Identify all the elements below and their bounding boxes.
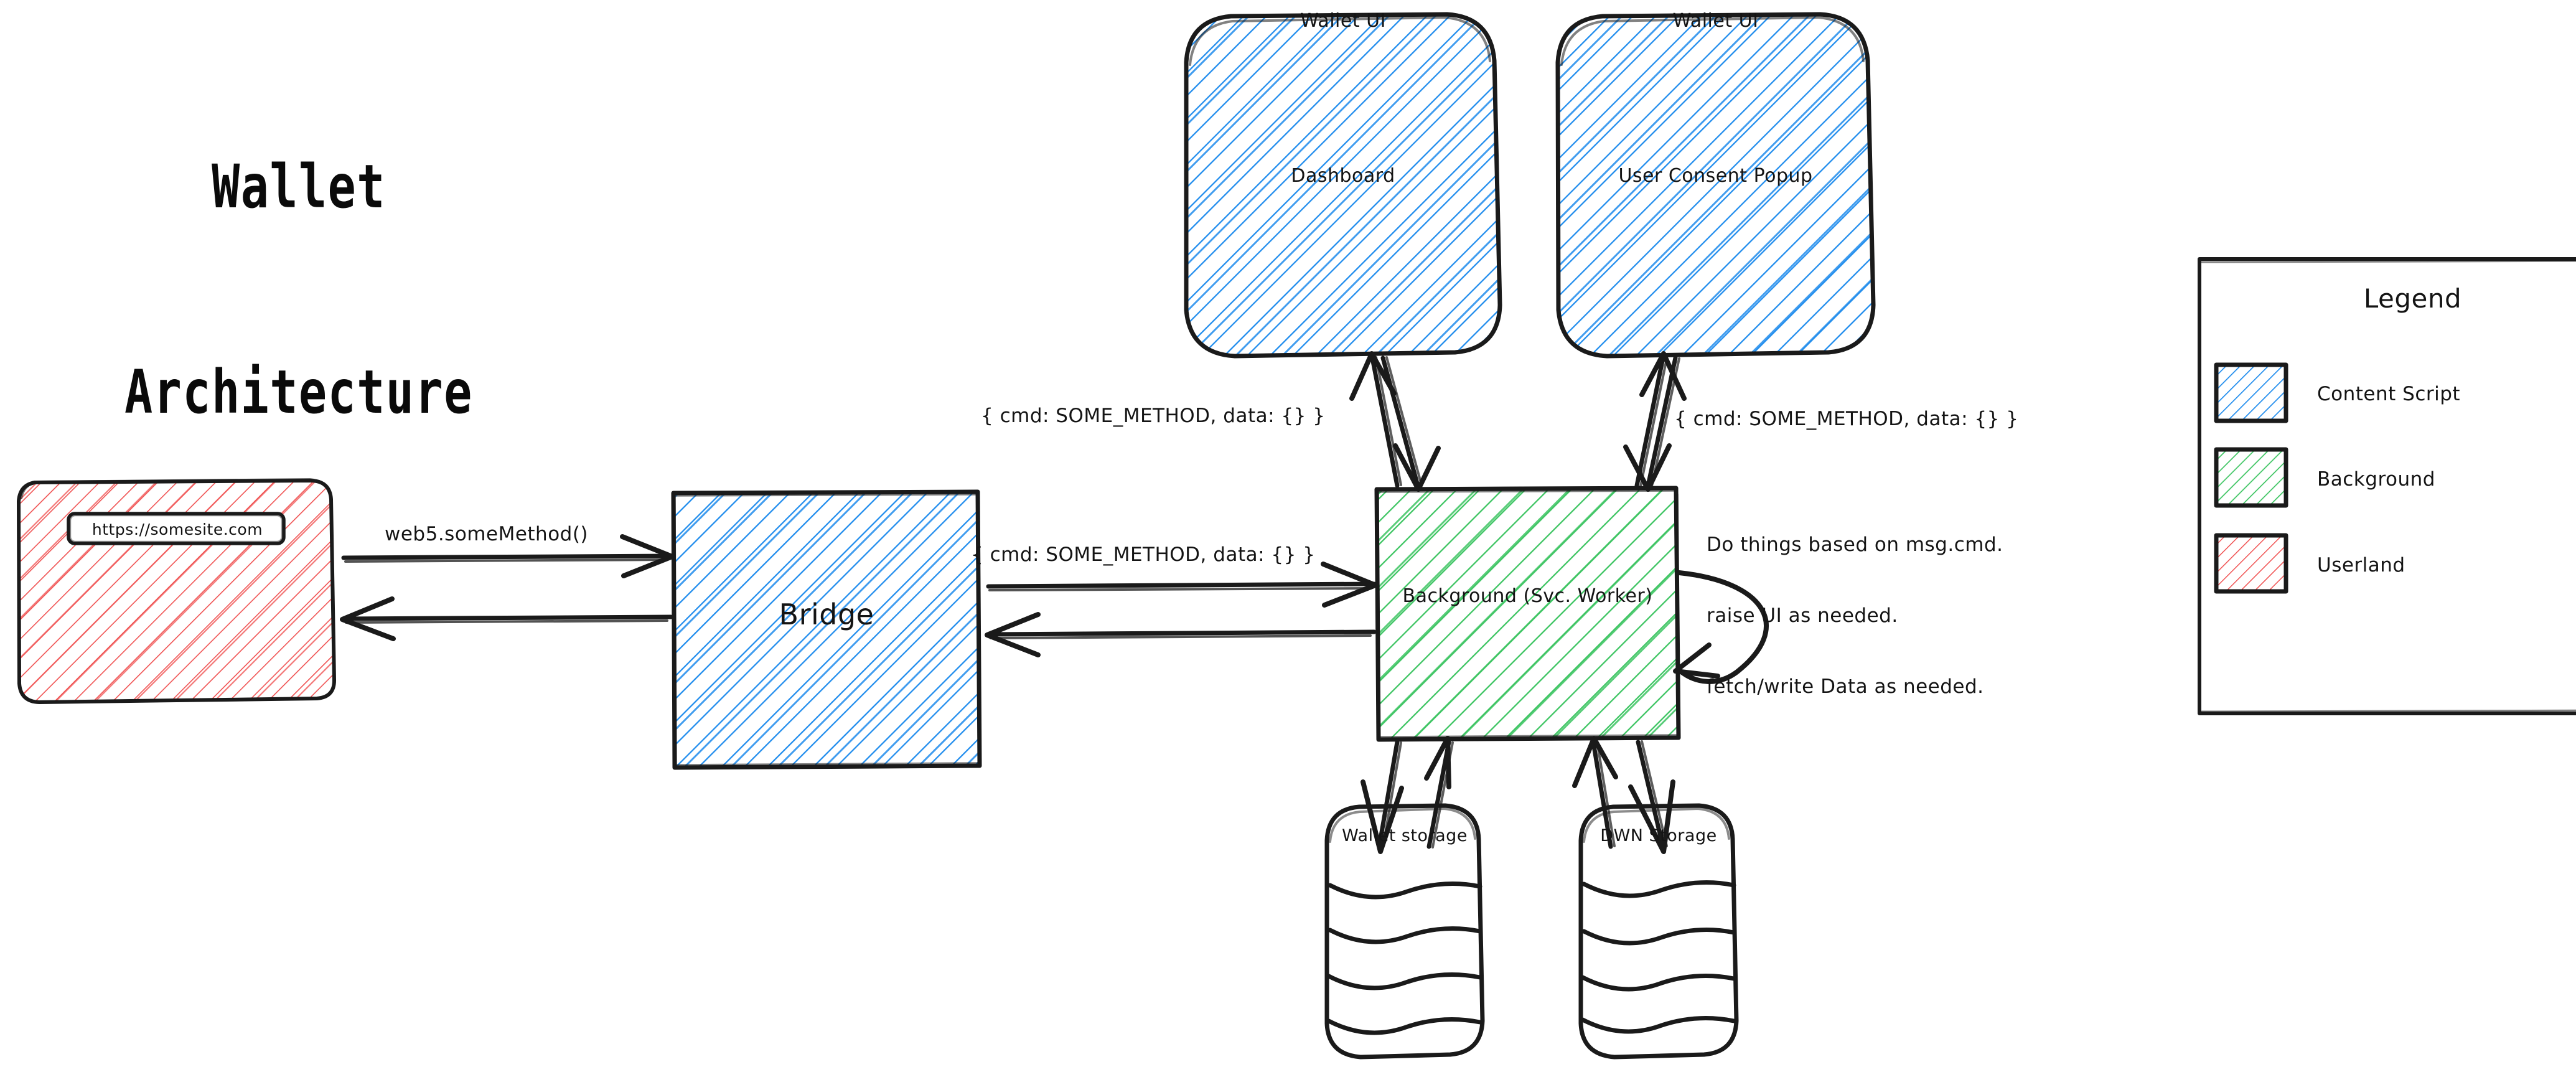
wallet-storage-label: Wallet storage bbox=[1342, 826, 1468, 845]
arrow-bridge-to-userland bbox=[340, 596, 673, 641]
legend-title: Legend bbox=[2363, 283, 2462, 314]
legend-swatch-background bbox=[2214, 447, 2288, 508]
page-title-line-1: Wallet bbox=[212, 152, 386, 222]
legend-item-label-userland: Userland bbox=[2317, 554, 2405, 576]
background-label: Background (Svc. Worker) bbox=[1402, 585, 1653, 607]
edge-label-background-to-dashboard: { cmd: SOME_METHOD, data: {} } bbox=[981, 405, 1326, 427]
note-line-2: raise UI as needed. bbox=[1707, 604, 1898, 627]
edge-label-background-to-consent: { cmd: SOME_METHOD, data: {} } bbox=[1674, 408, 2019, 430]
page-title: Wallet Architecture bbox=[124, 16, 474, 563]
node-background-service-worker[interactable] bbox=[1374, 486, 1681, 742]
diagram-canvas: Wallet Architecture https://somesite.com… bbox=[0, 0, 2576, 1072]
legend-swatch-userland bbox=[2214, 533, 2288, 594]
legend-item-label-content-script: Content Script bbox=[2317, 383, 2461, 405]
dashboard-main-label: Dashboard bbox=[1291, 165, 1395, 187]
edge-label-bridge-to-background: { cmd: SOME_METHOD, data: {} } bbox=[971, 543, 1316, 566]
page-title-line-2: Architecture bbox=[124, 357, 473, 427]
arrow-background-to-bridge bbox=[985, 612, 1377, 657]
arrow-dashboard-to-background bbox=[1380, 355, 1441, 492]
dwn-storage-label: DWN Storage bbox=[1600, 826, 1717, 845]
bridge-label: Bridge bbox=[779, 598, 874, 631]
edge-label-web5-somemethod: web5.someMethod() bbox=[385, 523, 589, 545]
userland-url-label: https://somesite.com bbox=[91, 520, 263, 538]
background-behavior-note: Do things based on msg.cmd. raise UI as … bbox=[1707, 486, 2003, 746]
note-line-1: Do things based on msg.cmd. bbox=[1707, 534, 2003, 556]
legend-item-label-background: Background bbox=[2317, 468, 2435, 491]
dashboard-top-label: Wallet UI bbox=[1300, 10, 1386, 32]
legend-swatch-content-script bbox=[2214, 362, 2288, 423]
consent-popup-main-label: User Consent Popup bbox=[1618, 165, 1813, 187]
note-line-3: fetch/write Data as needed. bbox=[1707, 675, 1984, 698]
arrow-background-to-dashboard bbox=[1349, 351, 1402, 488]
consent-popup-top-label: Wallet UI bbox=[1672, 10, 1759, 32]
arrow-bridge-to-background bbox=[986, 562, 1378, 608]
